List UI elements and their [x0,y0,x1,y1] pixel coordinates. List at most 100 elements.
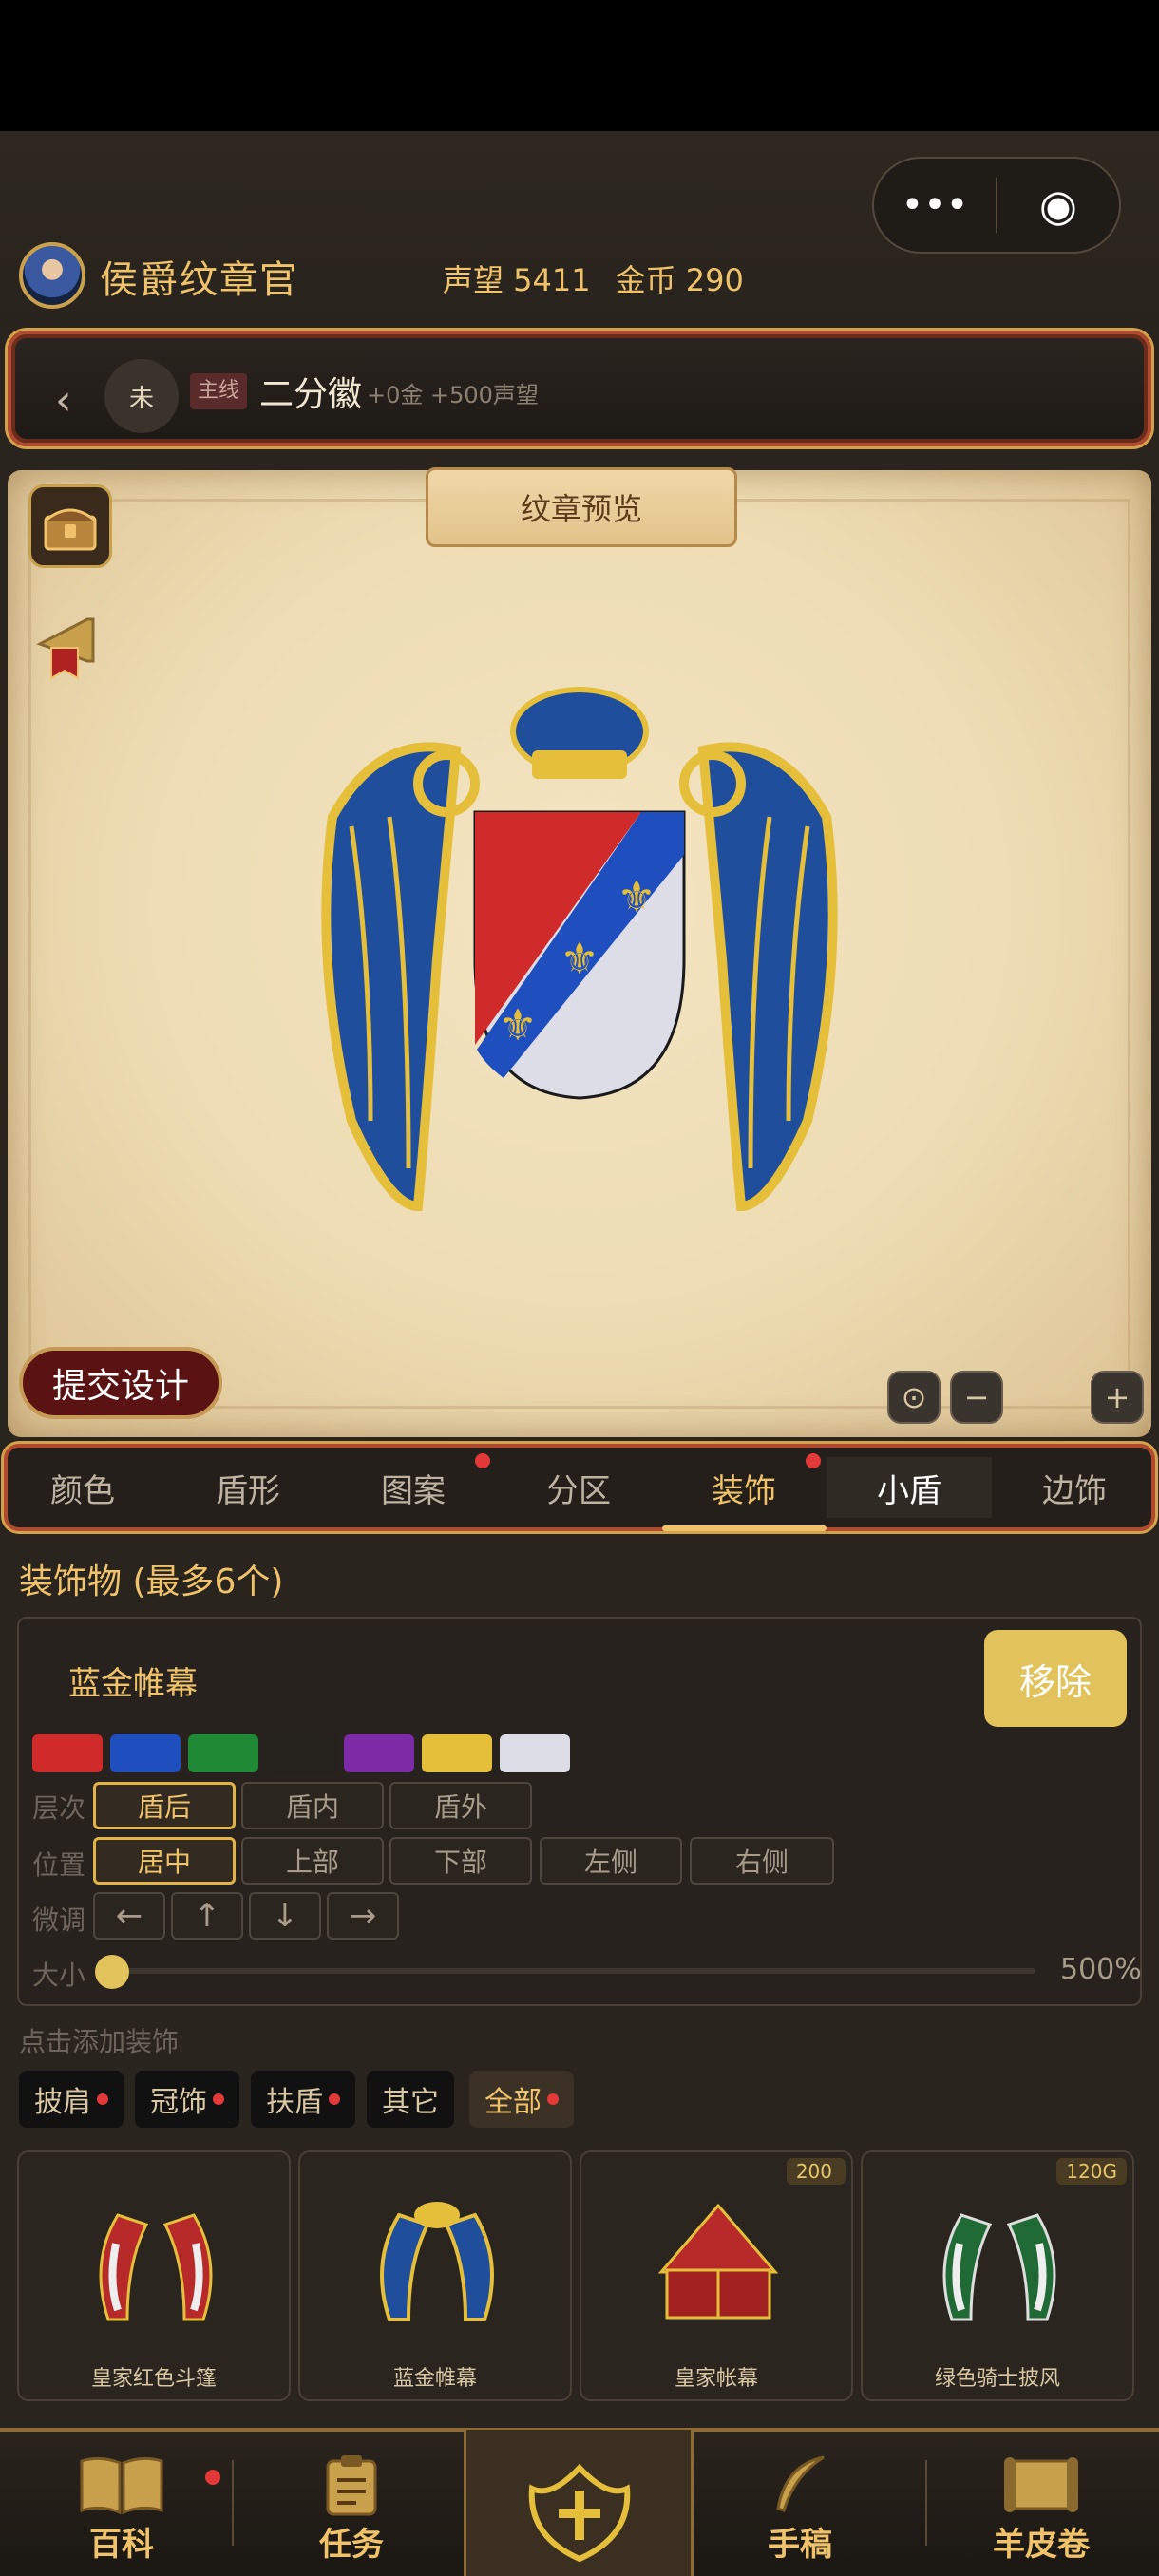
tab-ornament[interactable]: 装饰 [661,1457,826,1518]
gold-value: 金币 290 [615,262,744,298]
nav-heraldry-home[interactable] [484,2441,674,2565]
submit-label: 提交设计 [51,1367,189,1406]
layer-option-inside[interactable]: 盾内 [241,1782,384,1829]
nudge-left-button[interactable]: ← [93,1892,165,1940]
filter-mantle-label: 披肩 [34,2086,91,2119]
position-option-center[interactable]: 居中 [93,1837,236,1885]
size-slider-knob[interactable] [95,1955,129,1989]
chest-button[interactable] [28,484,112,568]
filter-crest[interactable]: 冠饰 [135,2071,239,2128]
nudge-right-button[interactable]: → [327,1892,399,1940]
clipboard-icon [326,2455,377,2516]
price-badge: 200 [786,2158,846,2185]
quest-back-icon[interactable]: ‹ [55,376,72,425]
nav-divider [925,2460,927,2546]
coat-of-arms: ⚜ ⚜ ⚜ [321,687,838,1212]
preview-title: 纹章预览 [520,491,642,527]
submit-design-button[interactable]: 提交设计 [19,1347,222,1419]
add-hint: 点击添加装饰 [19,2026,180,2057]
quest-name: 二分徽 [259,375,363,414]
filter-mantle[interactable]: 披肩 [19,2071,124,2128]
position-option-right[interactable]: 右侧 [690,1837,834,1885]
herald-horn-button[interactable] [28,604,112,688]
quest-type-tag: 主线 [190,373,248,409]
color-swatch-red[interactable] [32,1734,103,1772]
minus-icon: − [963,1379,990,1415]
section-title: 装饰物 (最多6个) [19,1563,284,1601]
selected-ornament-name: 蓝金帷幕 [68,1665,198,1703]
nav-manuscript[interactable]: 手稿 [705,2441,895,2565]
nav-parchment[interactable]: 羊皮卷 [946,2441,1136,2565]
ornament-card-blue-gold-mantle[interactable]: 蓝金帷幕 [298,2150,572,2401]
treasure-chest-icon [44,508,97,551]
tab-small-shield[interactable]: 小盾 [826,1457,992,1518]
red-cloak-icon [99,2213,213,2321]
nav-encyclopedia-label: 百科 [89,2526,154,2564]
scroll-icon [1004,2457,1078,2512]
book-icon [80,2456,163,2515]
nav-tasks[interactable]: 任务 [256,2441,446,2565]
position-option-left[interactable]: 左侧 [540,1837,682,1885]
ornament-card-name: 皇家帐幕 [674,2367,758,2391]
position-option-top[interactable]: 上部 [241,1837,384,1885]
blue-gold-mantle-icon [380,2202,494,2321]
tab-shield-shape[interactable]: 盾形 [165,1457,331,1518]
player-stats: 声望 5411 金币 290 [443,256,744,300]
tab-charge[interactable]: 图案 [331,1457,496,1518]
royal-pavilion-icon [657,2203,779,2320]
svg-text:⚜: ⚜ [560,933,598,984]
filter-other-label: 其它 [382,2086,439,2119]
ornament-card-name: 蓝金帷幕 [392,2367,477,2391]
price-value: 200 [795,2160,832,2183]
filter-all[interactable]: 全部 [469,2071,574,2128]
filter-supporters-label: 扶盾 [266,2086,323,2119]
ornament-card-name: 皇家红色斗篷 [90,2367,217,2391]
miniprogram-capsule: ••• ◉ [872,157,1121,254]
position-label: 位置 [32,1849,86,1881]
filter-supporters-badge [329,2093,340,2105]
tab-color[interactable]: 颜色 [0,1457,165,1518]
position-option-bottom[interactable]: 下部 [390,1837,532,1885]
svg-text:⚜: ⚜ [498,999,537,1051]
color-swatch-green[interactable] [188,1734,258,1772]
ornament-card-red-cloak[interactable]: 皇家红色斗篷 [17,2150,291,2401]
tab-indicator [662,1525,826,1531]
more-button[interactable]: ••• [874,159,996,252]
zoom-out-button[interactable]: − [950,1371,1003,1424]
avatar[interactable] [19,242,86,309]
color-swatch-black[interactable] [266,1734,336,1772]
nav-manuscript-label: 手稿 [768,2526,832,2564]
nav-tasks-label: 任务 [319,2526,384,2564]
remove-label: 移除 [1018,1660,1092,1703]
color-swatch-purple[interactable] [344,1734,414,1772]
color-swatch-blue[interactable] [110,1734,180,1772]
ornament-card-royal-pavilion[interactable]: 200 皇家帐幕 [580,2150,853,2401]
ornament-card-green-knight-cape[interactable]: 120G 绿色骑士披风 [861,2150,1134,2401]
nav-encyclopedia[interactable]: 百科 [27,2441,217,2565]
zoom-in-button[interactable]: + [1091,1371,1144,1424]
nudge-label: 微调 [32,1904,86,1936]
svg-text:⚜: ⚜ [617,871,656,922]
filter-supporters[interactable]: 扶盾 [251,2071,355,2128]
close-button[interactable]: ◉ [998,159,1119,252]
filter-crest-label: 冠饰 [150,2086,207,2119]
size-slider-track[interactable] [106,1968,1036,1974]
nudge-up-button[interactable]: ↑ [171,1892,243,1940]
tab-border[interactable]: 边饰 [992,1457,1157,1518]
layer-option-behind[interactable]: 盾后 [93,1782,236,1829]
tab-division[interactable]: 分区 [496,1457,661,1518]
status-bar [0,0,1159,131]
layer-option-outside[interactable]: 盾外 [390,1782,532,1829]
reset-view-button[interactable]: ⊙ [887,1371,940,1424]
color-swatch-silver[interactable] [500,1734,570,1772]
green-knight-cape-icon [942,2213,1056,2321]
app-root: ••• ◉ 侯爵纹章官 声望 5411 金币 290 ‹ 未 主线 二分徽 +0… [0,0,1159,2576]
more-icon: ••• [901,183,969,227]
tab-charge-badge [475,1453,490,1468]
nudge-down-button[interactable]: ↓ [249,1892,321,1940]
remove-button[interactable]: 移除 [984,1630,1127,1727]
color-swatch-gold[interactable] [422,1734,492,1772]
size-value: 500% [1060,1953,1142,1986]
filter-other[interactable]: 其它 [367,2071,454,2128]
quest-bar[interactable] [8,331,1151,446]
